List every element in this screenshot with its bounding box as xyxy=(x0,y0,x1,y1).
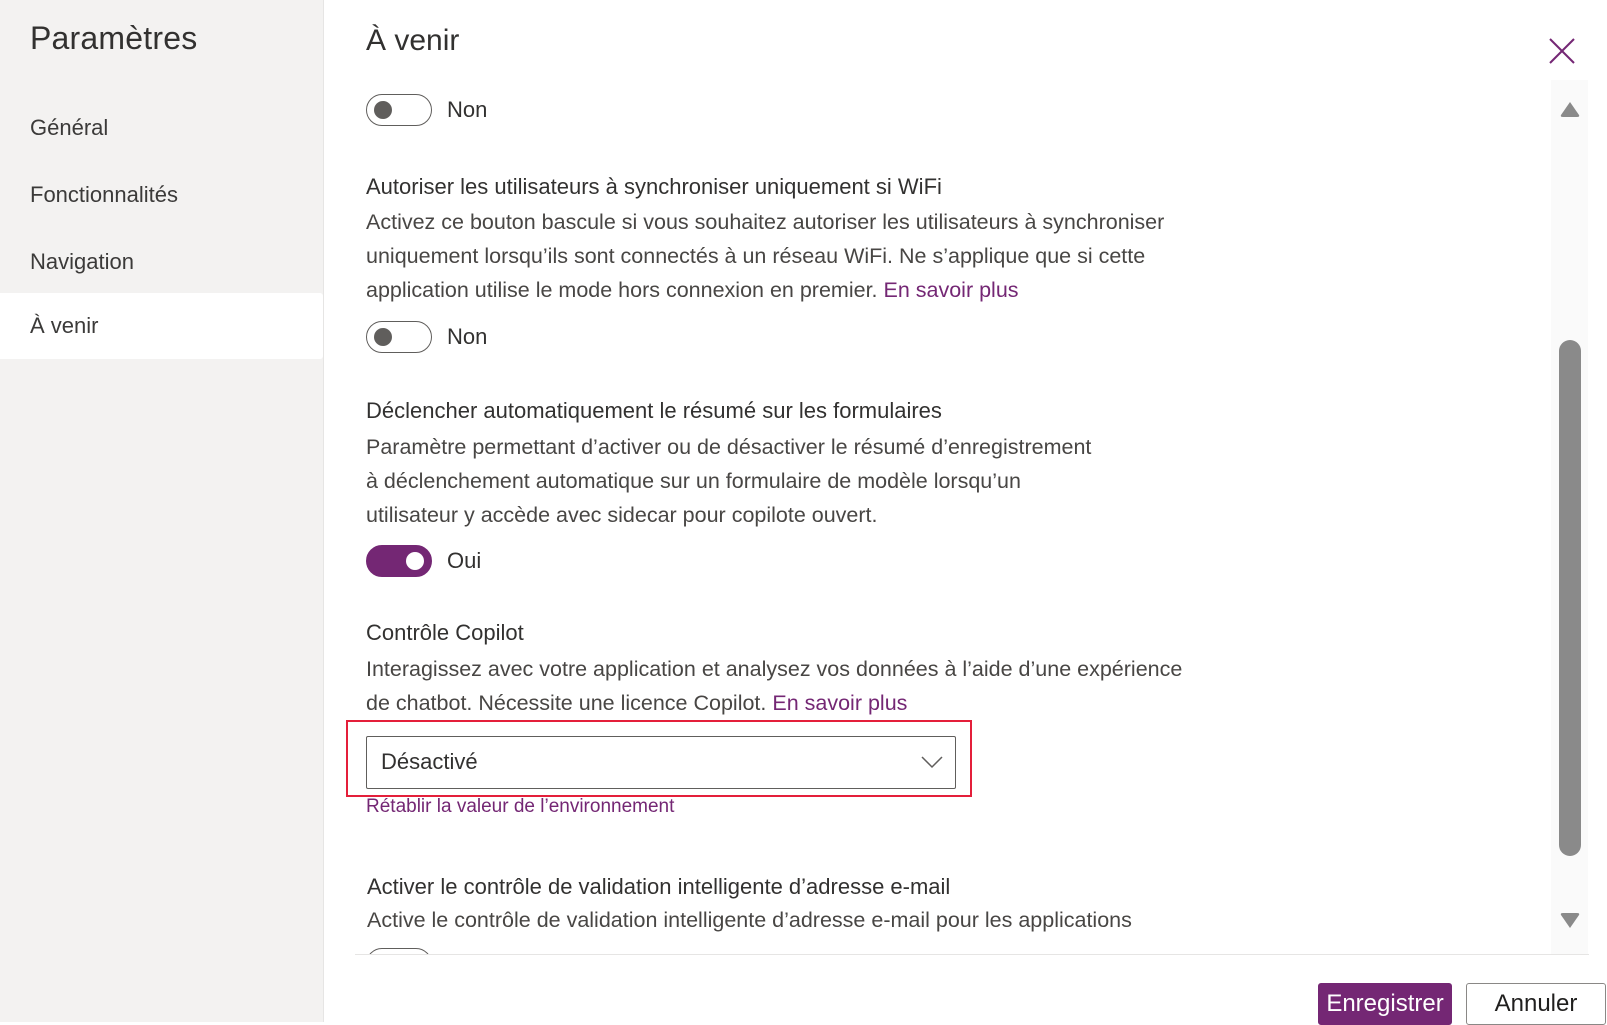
auto-summary-title: Déclencher automatiquement le résumé sur… xyxy=(366,398,942,423)
toggle-knob xyxy=(406,552,424,570)
scrollbar-thumb[interactable] xyxy=(1559,340,1581,856)
sidebar-item-features[interactable]: Fonctionnalités xyxy=(0,162,323,228)
copilot-control-title: Contrôle Copilot xyxy=(366,620,524,645)
copilot-control-dropdown[interactable]: Désactivé xyxy=(366,736,956,789)
vertical-scrollbar[interactable] xyxy=(1551,80,1588,954)
description-line: uniquement lorsqu’ils sont connectés à u… xyxy=(366,244,1146,268)
cancel-button[interactable]: Annuler xyxy=(1466,983,1606,1025)
description-line: de chatbot. Nécessite une licence Copilo… xyxy=(366,691,773,715)
save-button[interactable]: Enregistrer xyxy=(1318,983,1452,1025)
close-button[interactable] xyxy=(1545,34,1579,68)
wifi-sync-description: Activez ce bouton bascule si vous souhai… xyxy=(366,205,1164,307)
copilot-learn-more-link[interactable]: En savoir plus xyxy=(772,691,907,715)
sidebar-title: Paramètres xyxy=(30,20,198,56)
description-line: utilisateur y accède avec sidecar pour c… xyxy=(366,503,878,527)
wifi-sync-toggle-label: Non xyxy=(447,324,488,349)
page-title: À venir xyxy=(366,24,460,57)
description-line: Paramètre permettant d’activer ou de dés… xyxy=(366,435,1092,459)
previous-setting-toggle-label: Non xyxy=(447,97,488,122)
dropdown-selected-value: Désactivé xyxy=(381,749,478,774)
description-line: Interagissez avec votre application et a… xyxy=(366,657,1183,681)
copilot-control-description: Interagissez avec votre application et a… xyxy=(366,652,1182,720)
auto-summary-toggle-label: Oui xyxy=(447,548,482,573)
description-line: Active le contrôle de validation intelli… xyxy=(367,908,1132,932)
description-line: à déclenchement automatique sur un formu… xyxy=(366,469,1021,493)
sidebar-item-label: Navigation xyxy=(30,249,134,274)
auto-summary-description: Paramètre permettant d’activer ou de dés… xyxy=(366,430,1091,532)
sidebar-item-general[interactable]: Général xyxy=(0,95,323,161)
auto-summary-toggle[interactable] xyxy=(366,545,432,577)
toggle-knob xyxy=(374,101,392,119)
sidebar-item-navigation[interactable]: Navigation xyxy=(0,229,323,295)
email-validation-description: Active le contrôle de validation intelli… xyxy=(367,903,1132,937)
sidebar-item-label: Général xyxy=(30,115,109,140)
close-icon xyxy=(1549,38,1575,64)
wifi-sync-learn-more-link[interactable]: En savoir plus xyxy=(884,278,1019,302)
wifi-sync-title: Autoriser les utilisateurs à synchronise… xyxy=(366,174,942,199)
reset-environment-value-link[interactable]: Rétablir la valeur de l’environnement xyxy=(366,796,674,818)
description-line: application utilise le mode hors connexi… xyxy=(366,278,884,302)
sidebar-item-label: Fonctionnalités xyxy=(30,182,178,207)
previous-setting-toggle[interactable] xyxy=(366,94,432,126)
toggle-knob xyxy=(374,328,392,346)
settings-scroll-area: Non Autoriser les utilisateurs à synchro… xyxy=(324,80,1544,954)
scroll-down-arrow-icon[interactable] xyxy=(1559,912,1581,930)
footer-divider xyxy=(355,954,1589,955)
email-validation-title: Activer le contrôle de validation intell… xyxy=(367,874,951,899)
scroll-up-arrow-icon[interactable] xyxy=(1559,100,1581,118)
sidebar-item-label: À venir xyxy=(30,313,99,338)
chevron-down-icon xyxy=(921,756,943,769)
settings-sidebar: Paramètres Général Fonctionnalités Navig… xyxy=(0,0,324,1022)
description-line: Activez ce bouton bascule si vous souhai… xyxy=(366,210,1165,234)
wifi-sync-toggle[interactable] xyxy=(366,321,432,353)
sidebar-item-upcoming[interactable]: À venir xyxy=(0,293,323,359)
